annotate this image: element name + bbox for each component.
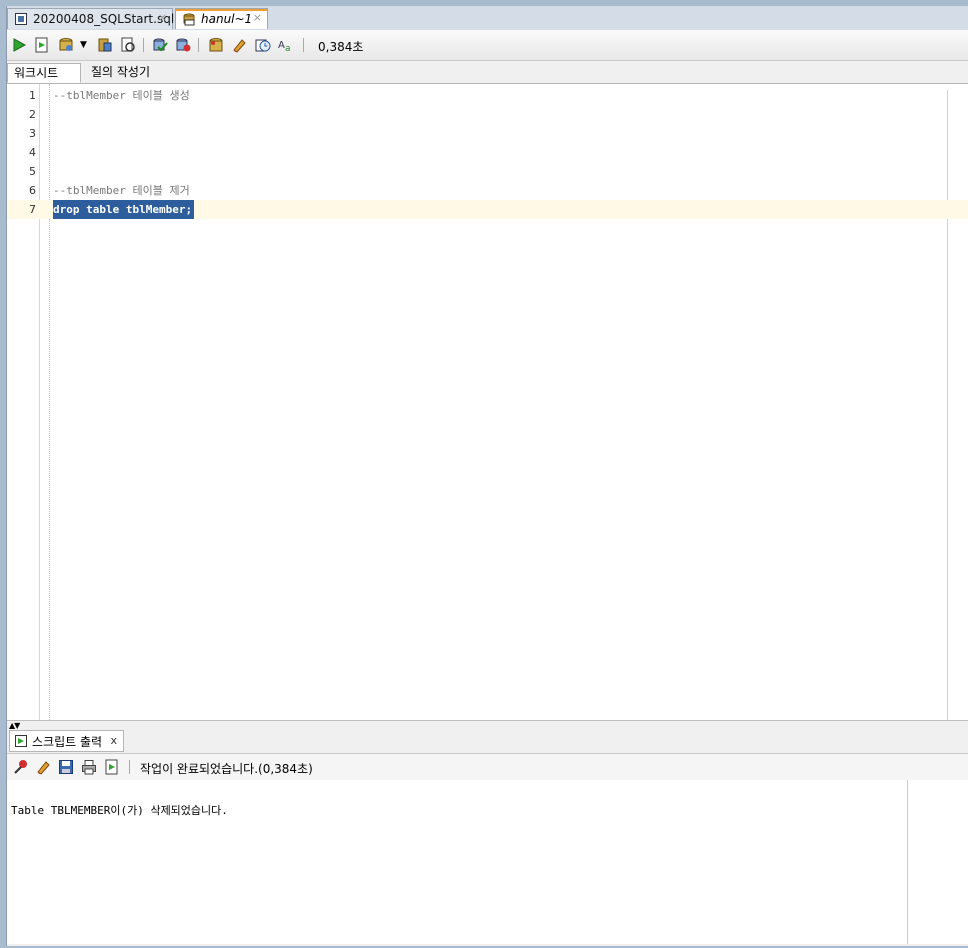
- editor-line[interactable]: 1 --tblMember 테이블 생성: [7, 86, 968, 105]
- rollback-icon[interactable]: [175, 37, 191, 53]
- chevron-down-icon[interactable]: ▼: [80, 40, 87, 50]
- editor-line[interactable]: 4: [7, 143, 968, 162]
- worksheet-subtabs: 워크시트 질의 작성기: [7, 61, 968, 84]
- tab-label: hanul~1: [201, 12, 253, 26]
- clear-eraser-icon[interactable]: [231, 37, 247, 53]
- line-number: 3: [29, 127, 36, 140]
- execution-time: 0,384초: [318, 40, 364, 54]
- line-number: 2: [29, 108, 36, 121]
- output-toolbar: 작업이 완료되었습니다.(0,384초): [7, 753, 968, 781]
- to-upper-lower-case-icon[interactable]: Aa: [278, 37, 294, 53]
- tab-label: 스크립트 출력: [32, 734, 103, 749]
- document-tab-bar: 20200408_SQLStart.sql × hanul~1 ×: [7, 6, 968, 30]
- toolbar-separator: [129, 760, 130, 774]
- split-arrows-icon[interactable]: ▲▼: [9, 721, 20, 730]
- output-message: Table TBLMEMBER이(가) 삭제되었습니다.: [11, 804, 228, 817]
- sql-tuning-advisor-icon[interactable]: [120, 37, 136, 53]
- database-connection-icon: [182, 12, 196, 26]
- close-icon[interactable]: x: [110, 734, 117, 747]
- save-icon[interactable]: [58, 759, 74, 775]
- editor-line[interactable]: 2: [7, 105, 968, 124]
- sql-file-icon: [14, 12, 28, 26]
- comment-text: --tblMember 테이블 생성: [53, 89, 190, 102]
- line-number: 4: [29, 146, 36, 159]
- tab-script-output[interactable]: 스크립트 출력 x: [9, 730, 124, 752]
- svg-text:A: A: [278, 40, 285, 51]
- print-icon[interactable]: [81, 759, 97, 775]
- run-script-icon[interactable]: [104, 759, 120, 775]
- task-status: 작업이 완료되었습니다.(0,384초): [140, 762, 313, 776]
- line-number: 6: [29, 184, 36, 197]
- pin-icon[interactable]: [13, 759, 29, 775]
- worksheet-toolbar: ▼ Aa 0,384초: [7, 30, 968, 61]
- run-statement-icon[interactable]: [11, 37, 27, 53]
- close-icon[interactable]: ×: [253, 11, 262, 24]
- comment-text: --tblMember 테이블 제거: [53, 184, 190, 197]
- editor-line[interactable]: 6 --tblMember 테이블 제거: [7, 181, 968, 200]
- commit-icon[interactable]: [152, 37, 168, 53]
- svg-text:a: a: [285, 44, 291, 53]
- right-margin-line: [907, 780, 908, 944]
- sql-editor[interactable]: 1 --tblMember 테이블 생성 2 3 4 5 6 --tblMemb…: [7, 84, 968, 721]
- sql-developer-window: 20200408_SQLStart.sql × hanul~1 × ▼ Aa 0…: [6, 6, 968, 946]
- tab-worksheet[interactable]: 워크시트: [7, 63, 81, 83]
- close-icon[interactable]: ×: [158, 11, 167, 24]
- script-output-icon: [15, 735, 27, 747]
- run-script-icon[interactable]: [34, 37, 50, 53]
- tab-label: 20200408_SQLStart.sql: [33, 12, 175, 26]
- selected-sql-statement[interactable]: drop table tblMember;: [53, 200, 195, 219]
- tab-hanul-worksheet[interactable]: hanul~1 ×: [175, 8, 268, 29]
- sql-history-icon[interactable]: [255, 37, 271, 53]
- line-number: 7: [29, 203, 36, 216]
- tab-query-builder[interactable]: 질의 작성기: [85, 63, 156, 83]
- clear-eraser-icon[interactable]: [35, 759, 51, 775]
- toolbar-separator: [143, 38, 144, 52]
- explain-plan-icon[interactable]: [97, 37, 113, 53]
- toolbar-separator: [303, 38, 304, 52]
- autotrace-icon[interactable]: [58, 37, 74, 53]
- line-number: 1: [29, 89, 36, 102]
- line-number: 5: [29, 165, 36, 178]
- editor-line-current[interactable]: 7 drop table tblMember;: [7, 200, 968, 219]
- tab-sql-file[interactable]: 20200408_SQLStart.sql ×: [7, 8, 175, 29]
- editor-line[interactable]: 3: [7, 124, 968, 143]
- script-output-area[interactable]: Table TBLMEMBER이(가) 삭제되었습니다.: [7, 780, 968, 944]
- toolbar-separator: [198, 38, 199, 52]
- editor-line[interactable]: 5: [7, 162, 968, 181]
- unshared-sql-worksheet-icon[interactable]: [208, 37, 224, 53]
